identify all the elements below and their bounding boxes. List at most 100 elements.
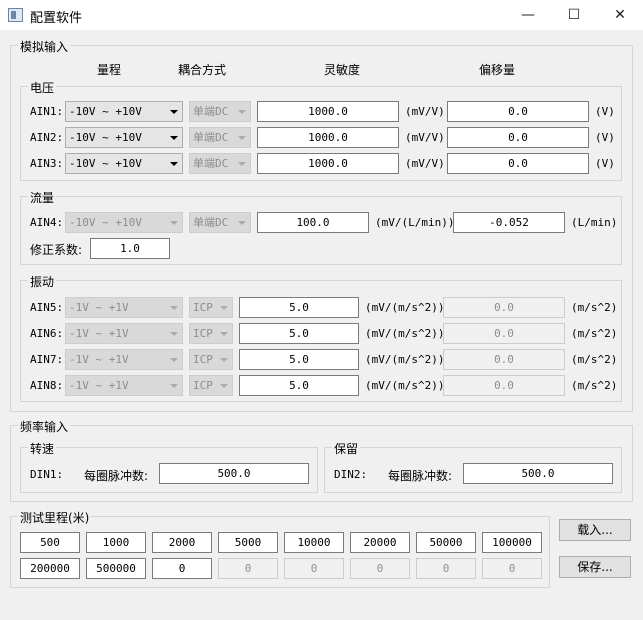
- chevron-down-icon: [238, 221, 246, 225]
- range-select[interactable]: -10V ~ +10V: [65, 153, 183, 174]
- sensitivity-field[interactable]: 5.0: [239, 323, 359, 344]
- coupling-select: 单端DC: [189, 153, 251, 174]
- mileage-field[interactable]: 500: [20, 532, 80, 553]
- sensitivity-unit: (mV/(m/s^2)): [365, 353, 445, 366]
- correction-field[interactable]: 1.0: [90, 238, 170, 259]
- mileage-field: 0: [350, 558, 410, 579]
- range-select[interactable]: -10V ~ +10V: [65, 101, 183, 122]
- din1-pulses-field[interactable]: 500.0: [159, 463, 309, 484]
- range-select: -1V ~ +1V: [65, 375, 183, 396]
- range-select: -10V ~ +10V: [65, 212, 183, 233]
- sensitivity-field[interactable]: 5.0: [239, 349, 359, 370]
- offset-field[interactable]: 0.0: [447, 153, 589, 174]
- header-sensitivity: 灵敏度: [323, 63, 360, 77]
- test-mileage-legend: 测试里程(米): [18, 509, 92, 526]
- mileage-field: 0: [284, 558, 344, 579]
- chevron-down-icon: [238, 110, 246, 114]
- header-coupling: 耦合方式: [177, 63, 226, 77]
- mileage-field: 0: [218, 558, 278, 579]
- sensitivity-field[interactable]: 1000.0: [257, 101, 399, 122]
- voltage-legend: 电压: [28, 79, 57, 96]
- offset-unit: (V): [595, 157, 615, 170]
- chevron-down-icon: [170, 136, 178, 140]
- vibration-legend: 振动: [28, 273, 57, 290]
- chevron-down-icon: [170, 110, 178, 114]
- sensitivity-unit: (mV/(m/s^2)): [365, 379, 445, 392]
- offset-field[interactable]: 0.0: [447, 101, 589, 122]
- offset-unit: (m/s^2): [571, 301, 618, 314]
- chevron-down-icon: [170, 384, 178, 388]
- chevron-down-icon: [220, 384, 228, 388]
- sensitivity-field[interactable]: 100.0: [257, 212, 369, 233]
- title-bar: 配置软件 — ☐ ✕: [0, 0, 643, 30]
- range-select: -1V ~ +1V: [65, 297, 183, 318]
- mileage-field[interactable]: 200000: [20, 558, 80, 579]
- channel-label: AIN8:: [30, 379, 64, 392]
- sensitivity-unit: (mV/(L/min)): [375, 216, 455, 229]
- sensitivity-unit: (mV/V): [405, 131, 445, 144]
- offset-field[interactable]: 0.0: [447, 127, 589, 148]
- coupling-select: ICP: [189, 375, 233, 396]
- offset-field: 0.0: [443, 349, 565, 370]
- channel-label: AIN4:: [30, 216, 64, 229]
- chevron-down-icon: [170, 332, 178, 336]
- analog-input-legend: 模拟输入: [18, 38, 71, 55]
- app-icon: [8, 8, 23, 22]
- mileage-field[interactable]: 5000: [218, 532, 278, 553]
- close-icon[interactable]: ✕: [597, 0, 643, 30]
- sensitivity-field[interactable]: 5.0: [239, 375, 359, 396]
- mileage-field[interactable]: 50000: [416, 532, 476, 553]
- offset-field: 0.0: [443, 297, 565, 318]
- retain-legend: 保留: [332, 440, 361, 457]
- chevron-down-icon: [238, 162, 246, 166]
- channel-label: AIN7:: [30, 353, 64, 366]
- coupling-select: ICP: [189, 323, 233, 344]
- sensitivity-field[interactable]: 5.0: [239, 297, 359, 318]
- sensitivity-unit: (mV/(m/s^2)): [365, 327, 445, 340]
- offset-unit: (m/s^2): [571, 327, 618, 340]
- flow-legend: 流量: [28, 189, 57, 206]
- mileage-field[interactable]: 100000: [482, 532, 542, 553]
- offset-unit: (V): [595, 131, 615, 144]
- channel-label: AIN3:: [30, 157, 64, 170]
- din1-label: DIN1:: [30, 468, 64, 481]
- channel-label: AIN5:: [30, 301, 64, 314]
- chevron-down-icon: [170, 221, 178, 225]
- load-button[interactable]: 载入...: [559, 519, 631, 541]
- range-select: -1V ~ +1V: [65, 349, 183, 370]
- chevron-down-icon: [220, 358, 228, 362]
- offset-field: 0.0: [443, 375, 565, 396]
- sensitivity-field[interactable]: 1000.0: [257, 127, 399, 148]
- mileage-field[interactable]: 10000: [284, 532, 344, 553]
- mileage-field[interactable]: 2000: [152, 532, 212, 553]
- mileage-field[interactable]: 0: [152, 558, 212, 579]
- sensitivity-unit: (mV/(m/s^2)): [365, 301, 445, 314]
- chevron-down-icon: [170, 358, 178, 362]
- chevron-down-icon: [220, 306, 228, 310]
- mileage-field[interactable]: 1000: [86, 532, 146, 553]
- channel-label: AIN2:: [30, 131, 64, 144]
- window-title: 配置软件: [30, 11, 83, 26]
- offset-unit: (V): [595, 105, 615, 118]
- chevron-down-icon: [238, 136, 246, 140]
- sensitivity-field[interactable]: 1000.0: [257, 153, 399, 174]
- save-button[interactable]: 保存...: [559, 556, 631, 578]
- offset-unit: (m/s^2): [571, 353, 618, 366]
- coupling-select: 单端DC: [189, 127, 251, 148]
- coupling-select: 单端DC: [189, 212, 251, 233]
- maximize-icon[interactable]: ☐: [551, 0, 597, 30]
- chevron-down-icon: [220, 332, 228, 336]
- din2-pulses-field[interactable]: 500.0: [463, 463, 613, 484]
- mileage-field[interactable]: 500000: [86, 558, 146, 579]
- offset-field: 0.0: [443, 323, 565, 344]
- coupling-select: ICP: [189, 297, 233, 318]
- offset-unit: (L/min): [571, 216, 618, 229]
- mileage-field: 0: [482, 558, 542, 579]
- correction-label: 修正系数:: [30, 243, 83, 257]
- mileage-field[interactable]: 20000: [350, 532, 410, 553]
- offset-field[interactable]: -0.052: [453, 212, 565, 233]
- channel-label: AIN6:: [30, 327, 64, 340]
- minimize-icon[interactable]: —: [505, 0, 551, 30]
- range-select[interactable]: -10V ~ +10V: [65, 127, 183, 148]
- range-select: -1V ~ +1V: [65, 323, 183, 344]
